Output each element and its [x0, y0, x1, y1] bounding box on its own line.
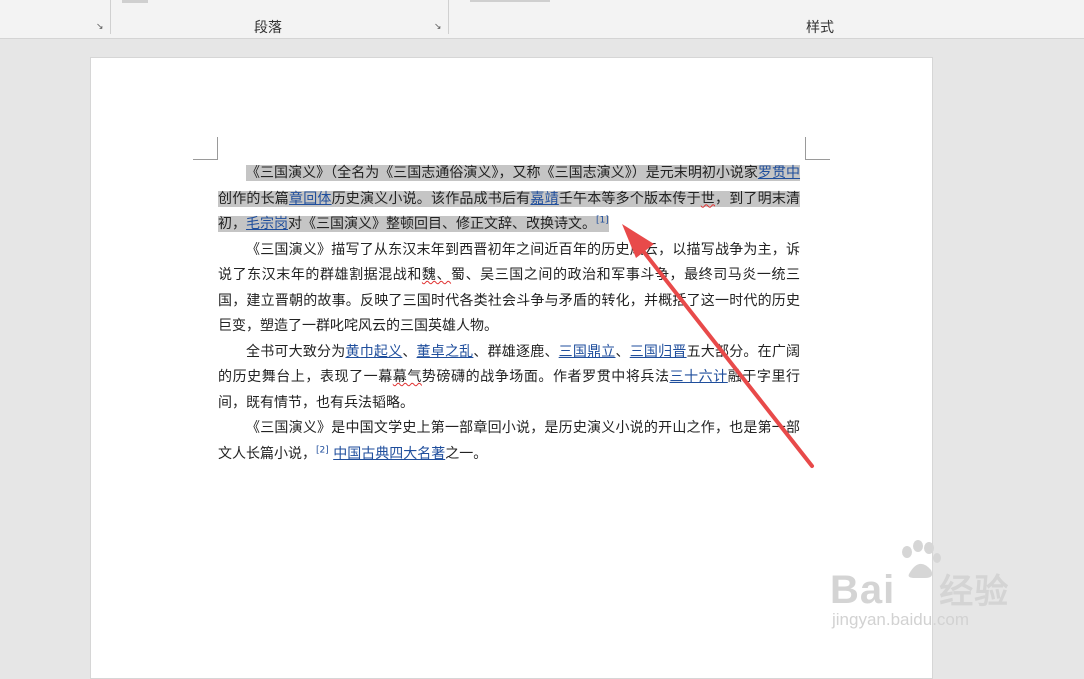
- watermark-brand-cn: 经验: [939, 572, 1010, 612]
- watermark-brand-latin: Bai: [830, 568, 896, 612]
- baidu-jingyan-watermark: Bai 经验 jingyan.baidu.com: [830, 540, 1030, 640]
- arrow-shaft: [634, 240, 814, 468]
- watermark-brand: Bai 经验: [830, 564, 1009, 613]
- arrow-head: [622, 224, 654, 258]
- watermark-url: jingyan.baidu.com: [832, 610, 970, 629]
